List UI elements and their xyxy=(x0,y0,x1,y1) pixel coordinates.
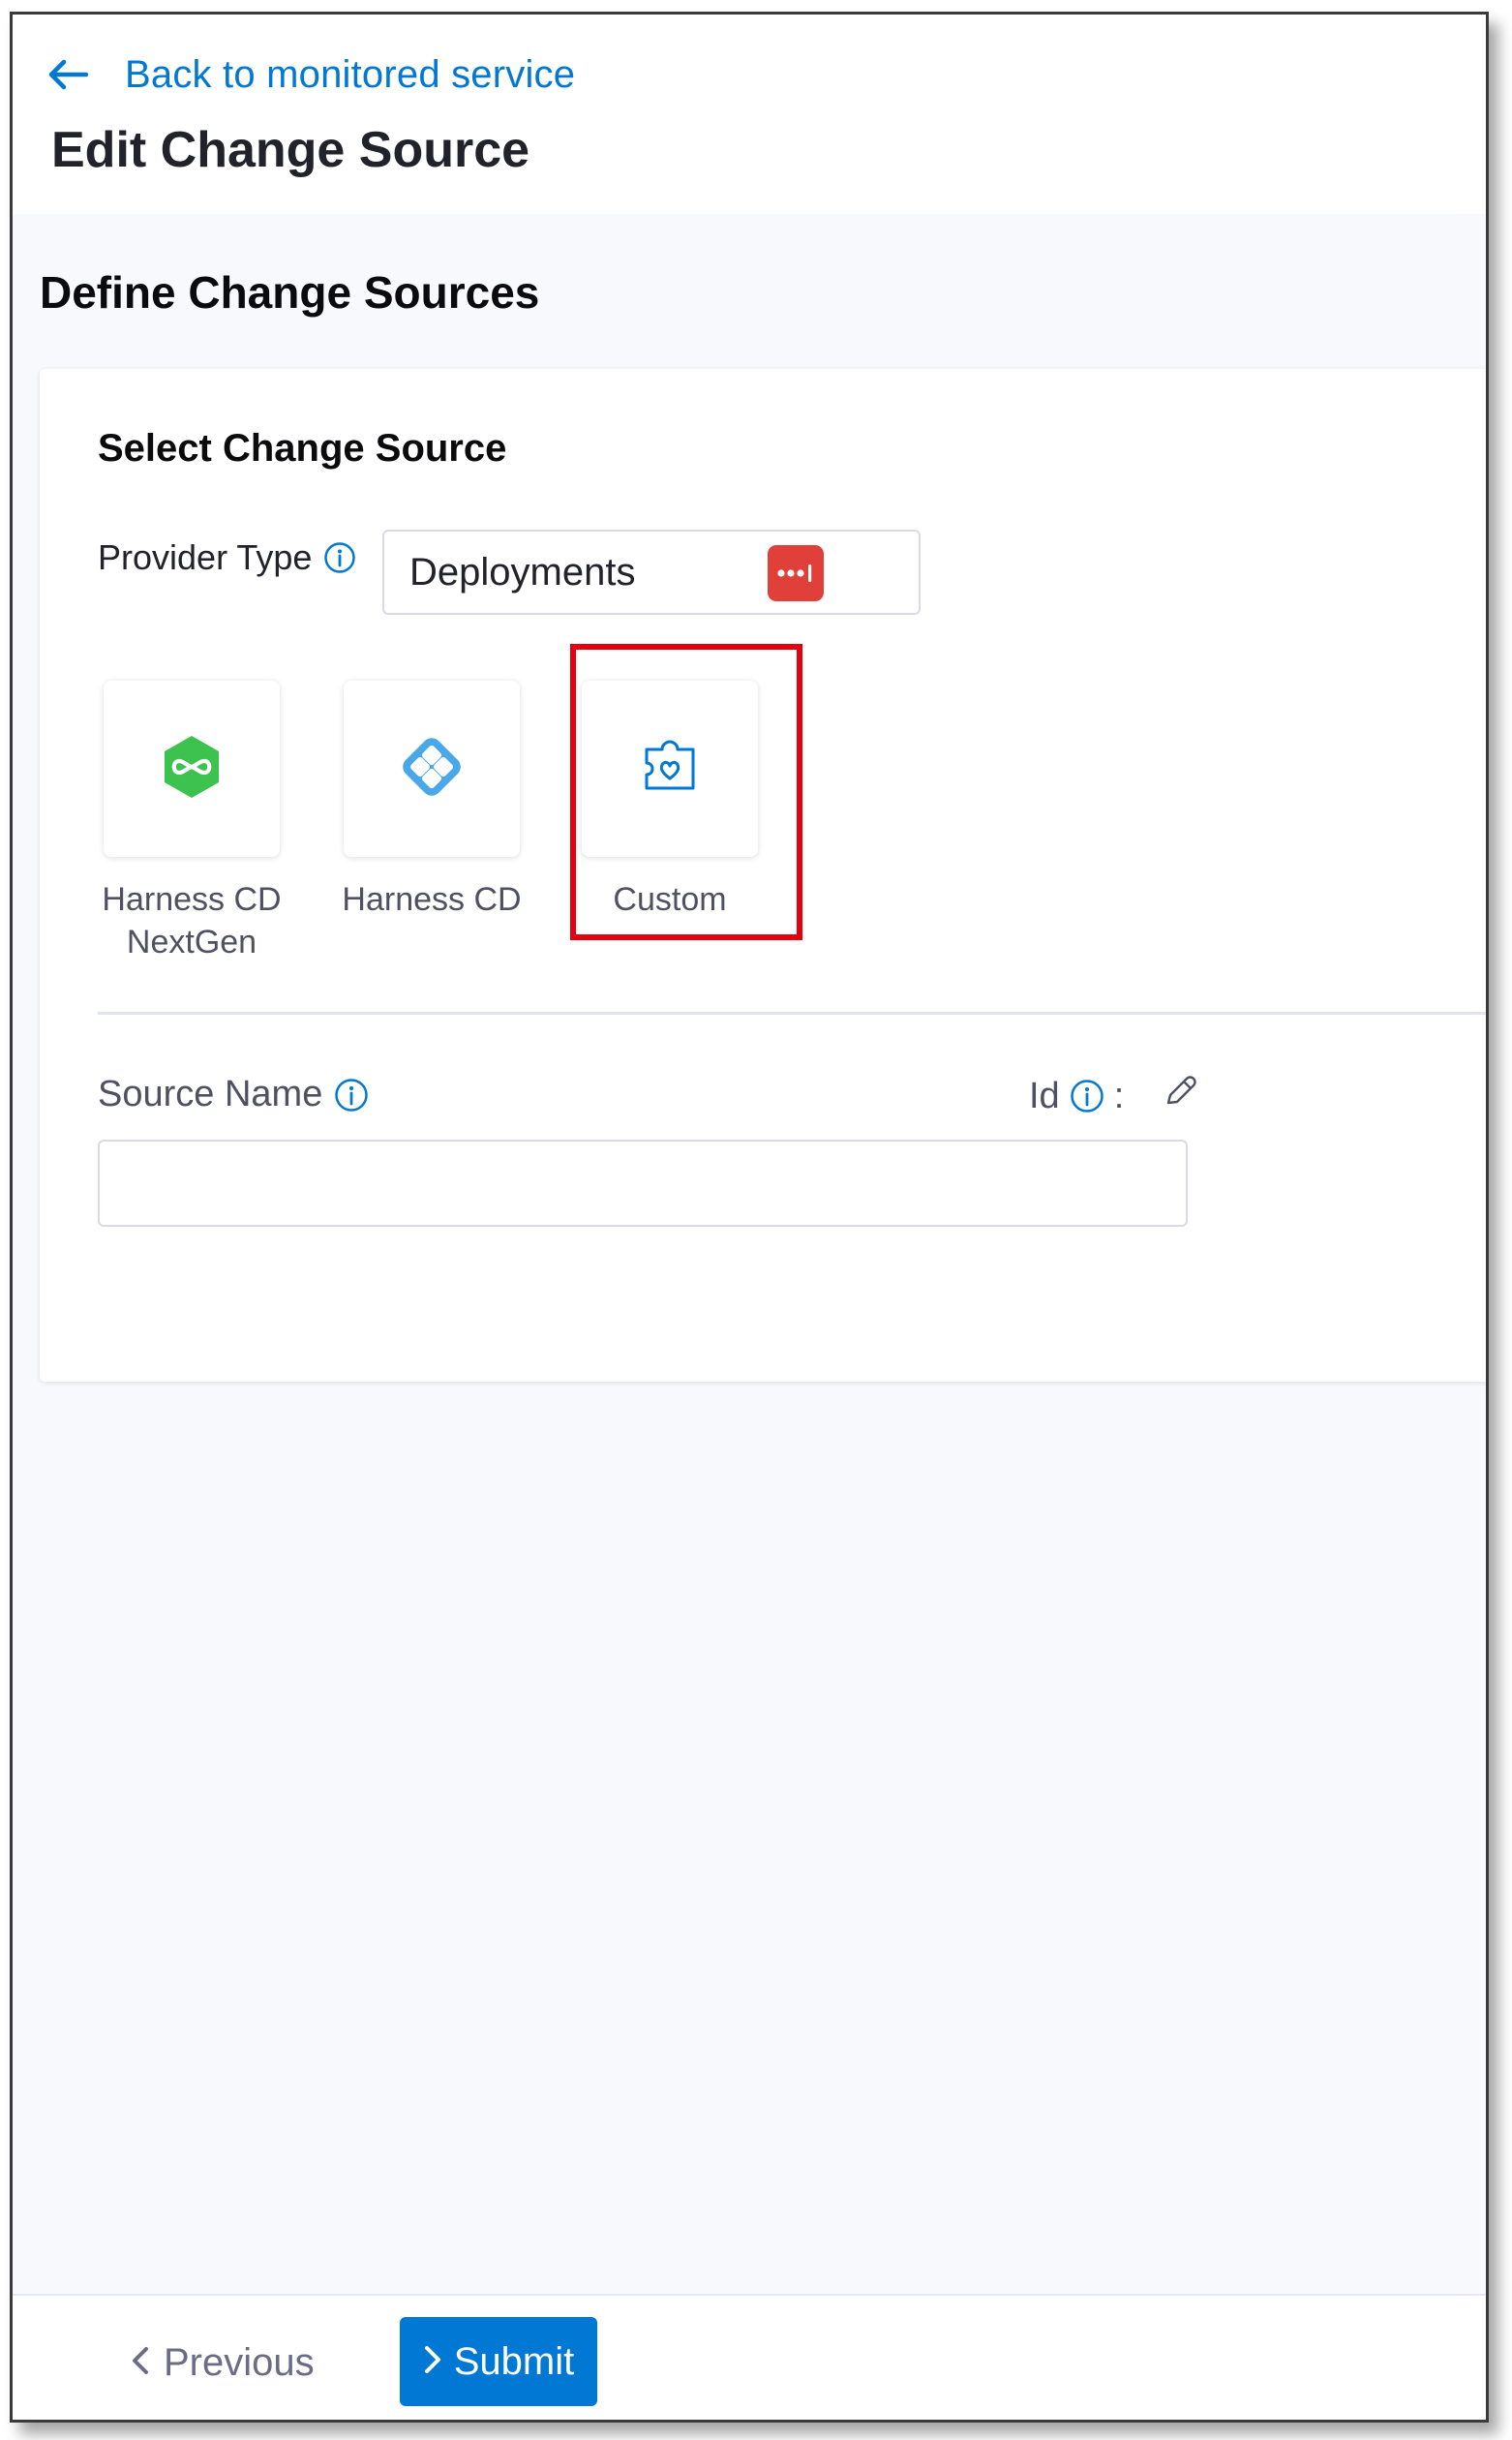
main-content: Define Change Sources Select Change Sour… xyxy=(13,214,1486,2294)
provider-type-label-text: Provider Type xyxy=(98,537,313,577)
arrow-left-icon xyxy=(47,58,88,91)
source-tile-box xyxy=(344,681,520,857)
source-tile-label: Harness CD NextGen xyxy=(102,881,282,961)
card-title: Select Change Source xyxy=(98,427,507,470)
divider xyxy=(98,1012,1486,1015)
back-to-monitored-service-link[interactable]: Back to monitored service xyxy=(47,44,575,106)
submit-button-label: Submit xyxy=(453,2339,575,2383)
chevron-right-icon xyxy=(423,2340,442,2384)
harness-cd-icon xyxy=(395,730,469,808)
info-icon[interactable] xyxy=(1070,1079,1104,1113)
provider-type-selected-value: Deployments xyxy=(409,550,636,594)
source-tile-label: Harness CD xyxy=(342,881,522,918)
previous-button[interactable]: Previous xyxy=(119,2319,326,2406)
page-title: Edit Change Source xyxy=(51,122,530,178)
provider-type-label: Provider Type xyxy=(98,537,356,578)
source-tile-box xyxy=(582,681,758,857)
source-name-input[interactable] xyxy=(98,1140,1188,1227)
source-tile-custom[interactable]: Custom xyxy=(580,681,760,921)
id-label-text: Id xyxy=(1029,1075,1060,1116)
password-manager-badge-icon[interactable] xyxy=(768,545,824,601)
id-separator: : xyxy=(1113,1075,1125,1116)
provider-type-select[interactable]: Deployments xyxy=(382,530,921,615)
change-source-card: Select Change Source Provider Type Deplo… xyxy=(40,369,1486,1382)
footer-bar: Previous Submit xyxy=(13,2294,1486,2420)
app-window: Back to monitored service Edit Change So… xyxy=(10,12,1489,2423)
submit-button[interactable]: Submit xyxy=(400,2317,597,2406)
source-tile-harness-cd[interactable]: Harness CD xyxy=(342,681,522,921)
source-name-label-text: Source Name xyxy=(98,1074,323,1114)
info-icon[interactable] xyxy=(334,1078,369,1113)
id-label: Id : xyxy=(1029,1074,1197,1118)
source-tile-harness-cd-nextgen[interactable]: Harness CD NextGen xyxy=(102,681,282,963)
source-tile-box xyxy=(104,681,280,857)
source-tile-label: Custom xyxy=(613,881,727,918)
previous-button-label: Previous xyxy=(164,2340,315,2384)
info-icon[interactable] xyxy=(323,541,356,574)
edit-pencil-icon[interactable] xyxy=(1163,1074,1197,1118)
harness-cd-nextgen-icon xyxy=(161,734,223,805)
section-title: Define Change Sources xyxy=(40,267,540,318)
custom-puzzle-heart-icon xyxy=(641,740,699,799)
source-name-label: Source Name xyxy=(98,1074,369,1115)
chevron-left-icon xyxy=(131,2341,150,2385)
back-link-label: Back to monitored service xyxy=(125,52,576,96)
